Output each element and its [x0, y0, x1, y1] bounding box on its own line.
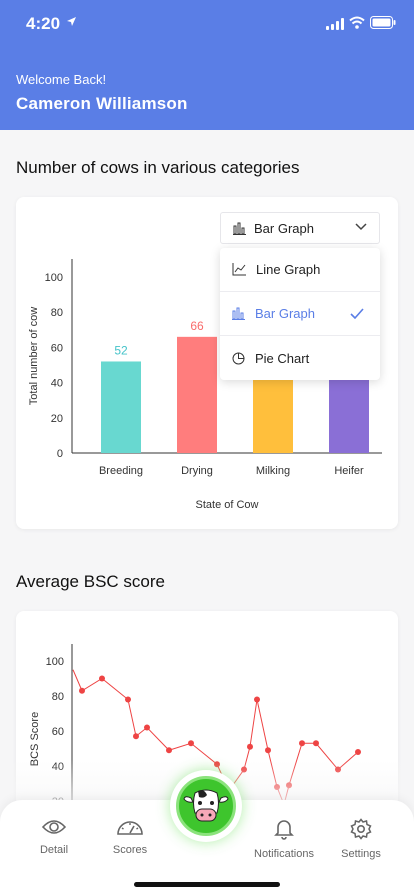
header: 4:20 Welcome Back! Cameron Williamson	[0, 0, 414, 130]
bar-data-label: 52	[114, 343, 128, 357]
menu-item-line-graph[interactable]: Line Graph	[220, 248, 380, 292]
line-y-axis-title: BCS Score	[29, 712, 41, 766]
bar-x-tick-label: Milking	[256, 465, 290, 477]
bar-breeding[interactable]	[101, 361, 141, 453]
tab-detail[interactable]: Detail	[28, 818, 80, 856]
cellular-signal-icon	[326, 18, 344, 30]
bar-x-tick-label: Breeding	[99, 465, 143, 477]
line-y-tick-label: 100	[46, 656, 64, 668]
bsc-data-point[interactable]	[254, 696, 260, 703]
menu-item-bar-graph[interactable]: Bar Graph	[220, 292, 380, 336]
location-arrow-icon	[67, 17, 76, 26]
graph-type-menu: Line Graph Bar Graph Pie Chart	[220, 248, 380, 380]
bar-y-tick-label: 60	[51, 342, 63, 354]
menu-item-pie-chart[interactable]: Pie Chart	[220, 336, 380, 380]
bar-x-tick-label: Drying	[181, 465, 213, 477]
bsc-data-point[interactable]	[166, 747, 172, 754]
wifi-icon	[349, 16, 365, 29]
gear-icon	[350, 818, 372, 840]
status-bar: 4:20	[0, 0, 414, 46]
bsc-data-point[interactable]	[355, 749, 361, 755]
tab-scores[interactable]: Scores	[104, 818, 156, 856]
tab-label: Settings	[341, 848, 381, 860]
menu-item-label: Pie Chart	[255, 350, 310, 366]
bsc-data-point[interactable]	[299, 740, 305, 747]
status-time: 4:20	[26, 14, 61, 33]
cow-logo-icon	[183, 789, 229, 822]
tab-label: Notifications	[254, 848, 314, 860]
graph-type-value: Bar Graph	[254, 220, 314, 236]
bar-x-axis-title: State of Cow	[196, 499, 259, 511]
bar-y-tick-label: 80	[51, 307, 63, 319]
tab-notifications[interactable]: Notifications	[248, 818, 320, 860]
menu-item-label: Line Graph	[256, 262, 321, 277]
line-y-tick-label: 60	[52, 726, 64, 738]
bar-data-label: 66	[190, 319, 204, 333]
bsc-data-point[interactable]	[144, 724, 150, 731]
bar-chart-icon	[232, 307, 245, 320]
bar-y-tick-label: 40	[51, 378, 63, 390]
bsc-data-point[interactable]	[247, 743, 253, 750]
tab-settings[interactable]: Settings	[336, 818, 386, 860]
bell-icon	[274, 820, 294, 840]
tab-label: Scores	[112, 844, 148, 856]
bar-drying[interactable]	[177, 336, 217, 453]
bsc-data-point[interactable]	[133, 733, 139, 740]
eye-icon	[42, 820, 66, 834]
user-name: Cameron Williamson	[16, 94, 188, 113]
welcome-text: Welcome Back!	[16, 72, 107, 87]
chevron-down-icon	[355, 223, 367, 231]
menu-item-label: Bar Graph	[255, 306, 315, 321]
bsc-data-point[interactable]	[265, 747, 271, 754]
bar-y-tick-label: 20	[51, 413, 63, 425]
bsc-data-point[interactable]	[79, 687, 85, 694]
cows-section-title: Number of cows in various categories	[16, 158, 300, 177]
bsc-data-point[interactable]	[125, 696, 131, 703]
bsc-data-point[interactable]	[188, 740, 194, 747]
tab-label: Detail	[39, 844, 69, 856]
graph-type-select[interactable]: Bar Graph	[220, 212, 380, 244]
line-y-tick-label: 80	[52, 691, 64, 703]
bar-chart-icon	[233, 222, 246, 235]
checkmark-icon	[350, 308, 364, 319]
bsc-data-point[interactable]	[99, 675, 105, 682]
line-graph-icon	[232, 263, 246, 276]
bar-y-axis-title: Total number of cow	[28, 307, 40, 405]
gauge-icon	[117, 821, 143, 835]
bsc-section-title: Average BSC score	[16, 572, 165, 591]
bsc-data-point[interactable]	[313, 740, 319, 747]
bar-x-tick-label: Heifer	[334, 465, 364, 477]
battery-icon	[370, 16, 396, 29]
pie-chart-icon	[232, 352, 245, 364]
bar-y-tick-label: 100	[45, 272, 63, 284]
home-indicator	[134, 882, 280, 887]
bar-y-tick-label: 0	[57, 448, 63, 460]
center-action-button[interactable]	[176, 776, 236, 836]
